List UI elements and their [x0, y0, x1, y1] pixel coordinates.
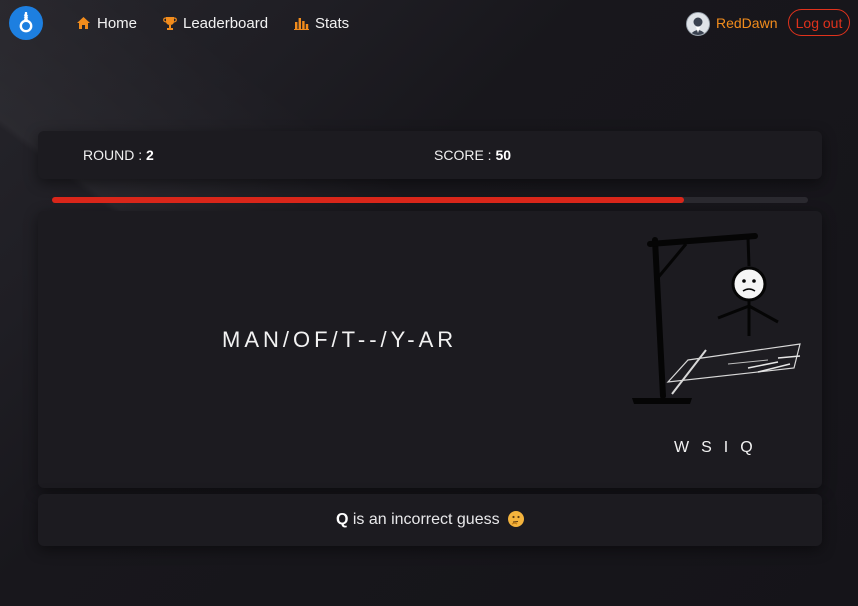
- guessed-letters: WSIQ: [674, 439, 765, 456]
- logout-button[interactable]: Log out: [788, 9, 850, 36]
- round-display: ROUND : 2: [83, 147, 154, 163]
- message-panel: Q is an incorrect guess: [38, 494, 822, 546]
- nav-stats-label: Stats: [315, 14, 350, 32]
- avatar-image: [687, 13, 709, 35]
- nav-leaderboard-label: Leaderboard: [183, 14, 269, 32]
- nav-stats[interactable]: Stats: [294, 14, 349, 32]
- message-text: is an incorrect guess: [352, 511, 500, 528]
- username[interactable]: RedDawn: [716, 15, 777, 31]
- thinking-face-emoji: [508, 511, 525, 527]
- score-display: SCORE : 50: [434, 147, 511, 163]
- round-value: 2: [146, 147, 154, 163]
- avatar[interactable]: [686, 12, 710, 36]
- round-label: ROUND :: [83, 147, 143, 163]
- nav-home-label: Home: [97, 14, 138, 32]
- word-puzzle: MAN/OF/T--/Y-AR: [222, 327, 458, 352]
- nav-leaderboard[interactable]: Leaderboard: [163, 14, 268, 32]
- bar-chart-icon: [294, 17, 309, 30]
- round-progress-fill: [52, 197, 685, 203]
- score-value: 50: [495, 147, 512, 163]
- nav-home[interactable]: Home: [76, 14, 137, 32]
- app-logo[interactable]: [9, 6, 43, 40]
- trophy-icon: [163, 16, 177, 30]
- guess-message: Q is an incorrect guess: [38, 511, 822, 529]
- round-score-panel: ROUND : 2 SCORE : 50: [38, 131, 822, 179]
- message-letter: Q: [335, 511, 349, 528]
- score-label: SCORE :: [434, 147, 492, 163]
- round-progress-bar: [52, 197, 808, 203]
- hangman-drawing: [632, 233, 801, 404]
- noose-icon: [19, 12, 33, 33]
- navbar: Home Leaderboard Stats RedDawn Log out: [0, 0, 858, 46]
- home-icon: [76, 16, 91, 30]
